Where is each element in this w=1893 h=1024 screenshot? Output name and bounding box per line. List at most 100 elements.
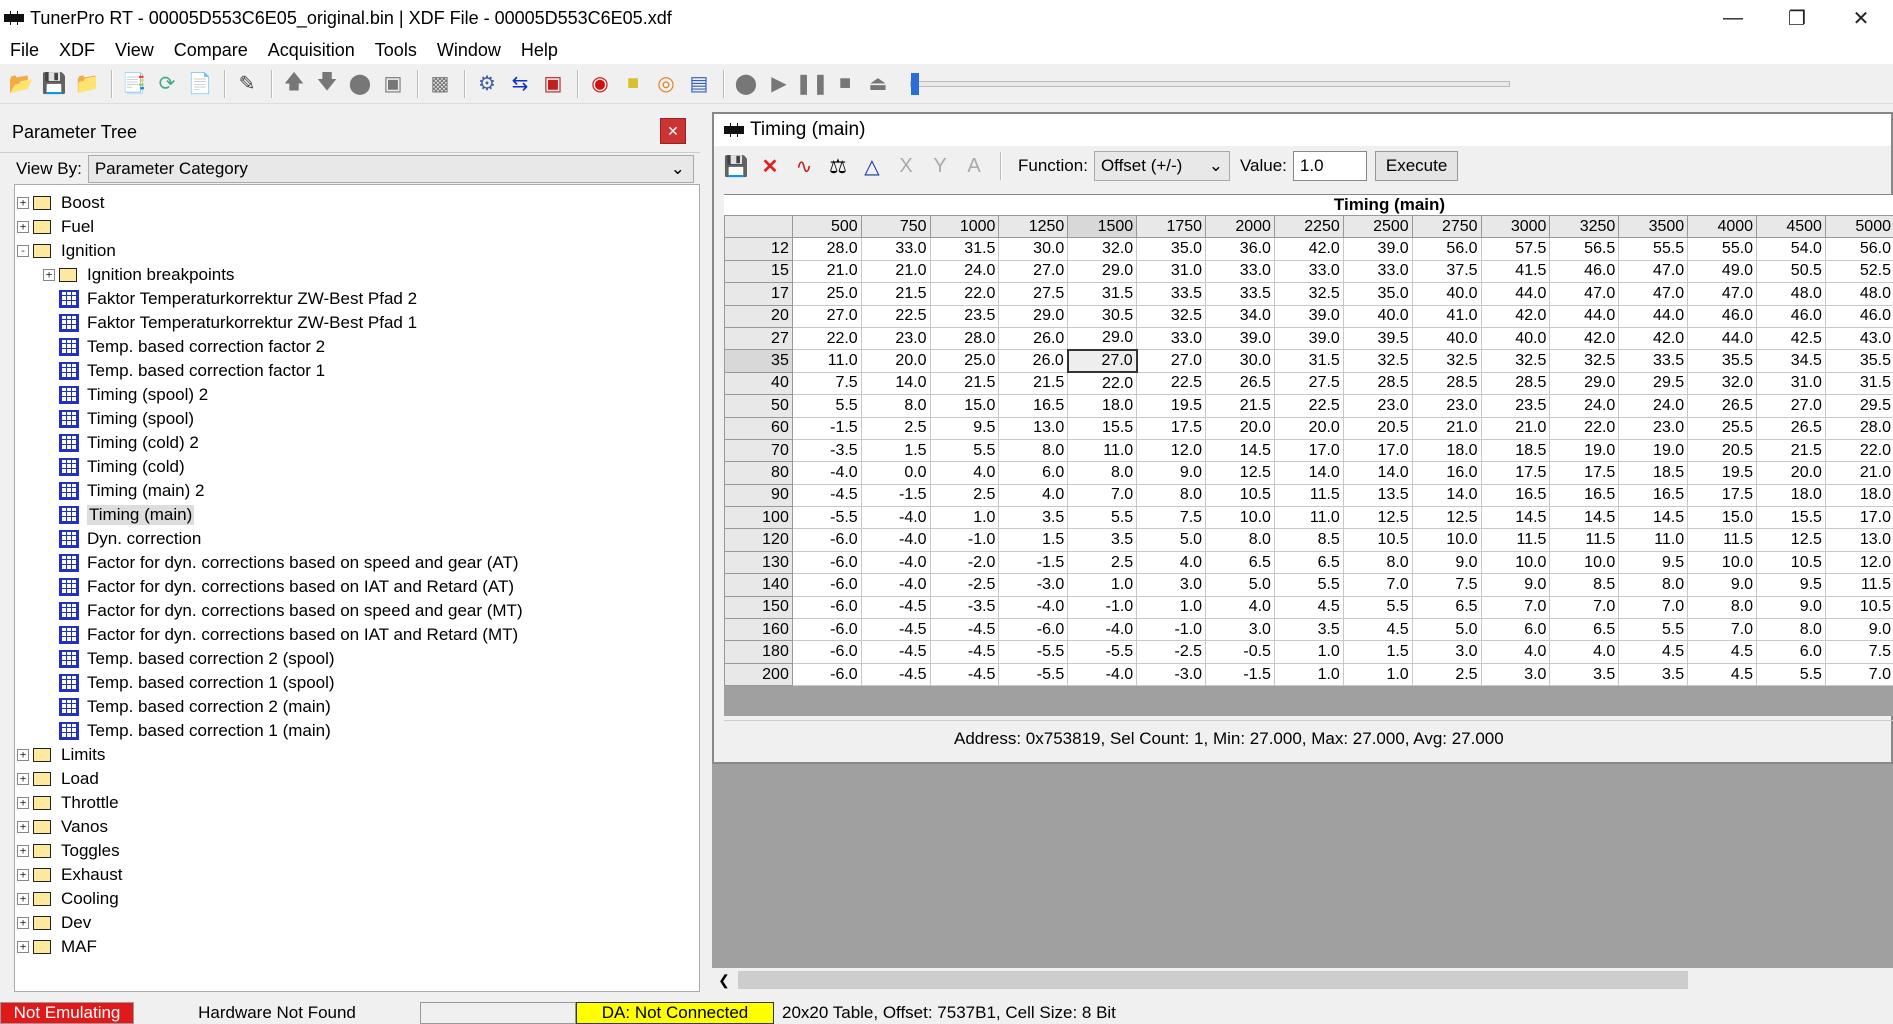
table-cell[interactable]: 47.0	[1618, 259, 1689, 284]
table-cell[interactable]: 12.5	[1411, 506, 1482, 530]
table-cell[interactable]: 23.5	[929, 304, 1000, 328]
tree-folder[interactable]: + Limits	[15, 743, 699, 767]
row-header[interactable]: 20	[724, 304, 793, 328]
table-cell[interactable]: 39.0	[1273, 304, 1344, 328]
table-cell[interactable]: 55.5	[1618, 237, 1689, 261]
row-header[interactable]: 80	[724, 461, 793, 485]
table-cell[interactable]: 11.0	[1618, 528, 1689, 552]
table-cell[interactable]: 24.0	[929, 259, 1000, 284]
table-cell[interactable]: 10.5	[1756, 550, 1826, 575]
table-cell[interactable]: 28.0	[929, 326, 1000, 351]
table-cell[interactable]: 19.0	[1618, 438, 1689, 463]
view-by-select[interactable]: Parameter Category ⌄	[87, 154, 694, 183]
table-cell[interactable]: 27.5	[998, 282, 1069, 306]
table-cell[interactable]: 4.0	[1480, 640, 1551, 664]
table-cell[interactable]: -4.5	[791, 483, 862, 508]
chip-icon[interactable]: ▩	[425, 69, 455, 99]
table-cell[interactable]: 37.5	[1411, 259, 1482, 284]
table-cell[interactable]: 5.5	[791, 394, 862, 418]
table-cell[interactable]: 3.0	[1411, 640, 1482, 664]
expand-icon[interactable]: +	[17, 845, 29, 857]
expand-icon[interactable]: +	[17, 197, 29, 209]
table-cell[interactable]: -4.5	[860, 662, 931, 686]
table-cell[interactable]: 14.0	[1411, 483, 1482, 508]
table-cell[interactable]: 39.0	[1342, 237, 1413, 261]
tree-item[interactable]: Temp. based correction 1 (main)	[15, 719, 699, 743]
table-cell[interactable]: 25.5	[1687, 416, 1758, 440]
table-cell[interactable]: 14.5	[1480, 506, 1551, 530]
column-header[interactable]: 1250	[998, 214, 1069, 239]
row-header[interactable]: 150	[724, 595, 793, 620]
table-cell[interactable]: 17.0	[1273, 438, 1344, 463]
table-cell[interactable]: 40.0	[1480, 326, 1551, 351]
table-cell[interactable]: -1.0	[1067, 595, 1138, 620]
table-cell[interactable]: 3.5	[1273, 618, 1344, 642]
table-cell[interactable]: 27.5	[1273, 371, 1344, 396]
table-cell[interactable]: 9.0	[1756, 595, 1826, 620]
table-cell[interactable]: 8.5	[1273, 528, 1344, 552]
table-cell[interactable]: 35.0	[1342, 282, 1413, 306]
table-cell[interactable]: 10.0	[1480, 550, 1551, 575]
table-cell[interactable]: 5.5	[929, 438, 1000, 463]
table-cell[interactable]: 46.0	[1824, 304, 1893, 328]
table-cell[interactable]: 33.5	[1136, 282, 1207, 306]
expand-icon[interactable]: +	[17, 917, 29, 929]
table-cell[interactable]: 7.0	[1687, 618, 1758, 642]
table-cell[interactable]: 22.0	[791, 326, 862, 351]
up-arrow-icon[interactable]: 🡅	[279, 69, 309, 99]
save-icon[interactable]: 💾	[39, 69, 69, 99]
table-cell[interactable]: 39.0	[1273, 326, 1344, 351]
table-cell[interactable]: 22.5	[1273, 394, 1344, 418]
tree-item[interactable]: Dyn. correction	[15, 527, 699, 551]
a-icon[interactable]: A	[960, 152, 988, 180]
column-header[interactable]: 4500	[1756, 214, 1826, 239]
table-cell[interactable]: 2.5	[860, 416, 931, 440]
table-cell[interactable]: 8.0	[1618, 573, 1689, 597]
column-header[interactable]: 2000	[1205, 214, 1275, 239]
table-cell[interactable]: -4.5	[929, 640, 1000, 664]
table-cell[interactable]: 12.5	[1756, 528, 1826, 552]
table-cell[interactable]: 20.0	[1205, 416, 1275, 440]
table-cell[interactable]: 20.5	[1342, 416, 1413, 440]
tree-item[interactable]: Timing (cold) 2	[15, 431, 699, 455]
table-cell[interactable]: 16.5	[1549, 483, 1620, 508]
table-cell[interactable]: 3.5	[1067, 528, 1138, 552]
table-cell[interactable]: 13.5	[1342, 483, 1413, 508]
tree-item[interactable]: Timing (main)	[15, 503, 699, 527]
table-cell[interactable]: -4.5	[860, 595, 931, 620]
table-cell[interactable]: 1.0	[1273, 640, 1344, 664]
table-cell[interactable]: 4.5	[1687, 662, 1758, 686]
table-cell[interactable]: 7.0	[1480, 595, 1551, 620]
table-cell[interactable]: 33.0	[1205, 259, 1275, 284]
table-cell[interactable]: 29.0	[998, 304, 1069, 328]
table-cell[interactable]: -5.5	[998, 640, 1069, 664]
execute-button[interactable]: Execute	[1374, 151, 1459, 181]
table-cell[interactable]: 18.0	[1756, 483, 1826, 508]
table-cell[interactable]: 8.5	[1549, 573, 1620, 597]
table-cell[interactable]: 17.5	[1549, 461, 1620, 485]
record-icon[interactable]: ◉	[585, 69, 615, 99]
table-cell[interactable]: 31.5	[929, 237, 1000, 261]
table-cell[interactable]: 15.0	[1687, 506, 1758, 530]
table-cell[interactable]: 15.5	[1067, 416, 1138, 440]
tree-folder[interactable]: + Cooling	[15, 887, 699, 911]
tree-item[interactable]: Timing (spool)	[15, 407, 699, 431]
row-header[interactable]: 90	[724, 483, 793, 508]
table-cell[interactable]: 33.0	[1136, 326, 1207, 351]
slider-thumb[interactable]	[911, 72, 919, 95]
menu-window[interactable]: Window	[427, 40, 511, 61]
table-cell[interactable]: -2.5	[1136, 640, 1207, 664]
table-cell[interactable]: -6.0	[791, 662, 862, 686]
table-cell[interactable]: -6.0	[791, 640, 862, 664]
table-cell[interactable]: 26.0	[998, 349, 1069, 373]
table-cell[interactable]: -4.0	[998, 595, 1069, 620]
down-arrow-icon[interactable]: 🡇	[312, 69, 342, 99]
tree-item[interactable]: Temp. based correction 1 (spool)	[15, 671, 699, 695]
table-cell[interactable]: -3.5	[791, 438, 862, 463]
table-cell[interactable]: 7.0	[1824, 662, 1893, 686]
table-cell[interactable]: 26.5	[1205, 371, 1275, 396]
settings-icon[interactable]: ⚙	[472, 69, 502, 99]
table-cell[interactable]: 22.5	[1136, 371, 1207, 396]
table-cell[interactable]: 26.0	[998, 326, 1069, 351]
row-header[interactable]: 120	[724, 528, 793, 552]
